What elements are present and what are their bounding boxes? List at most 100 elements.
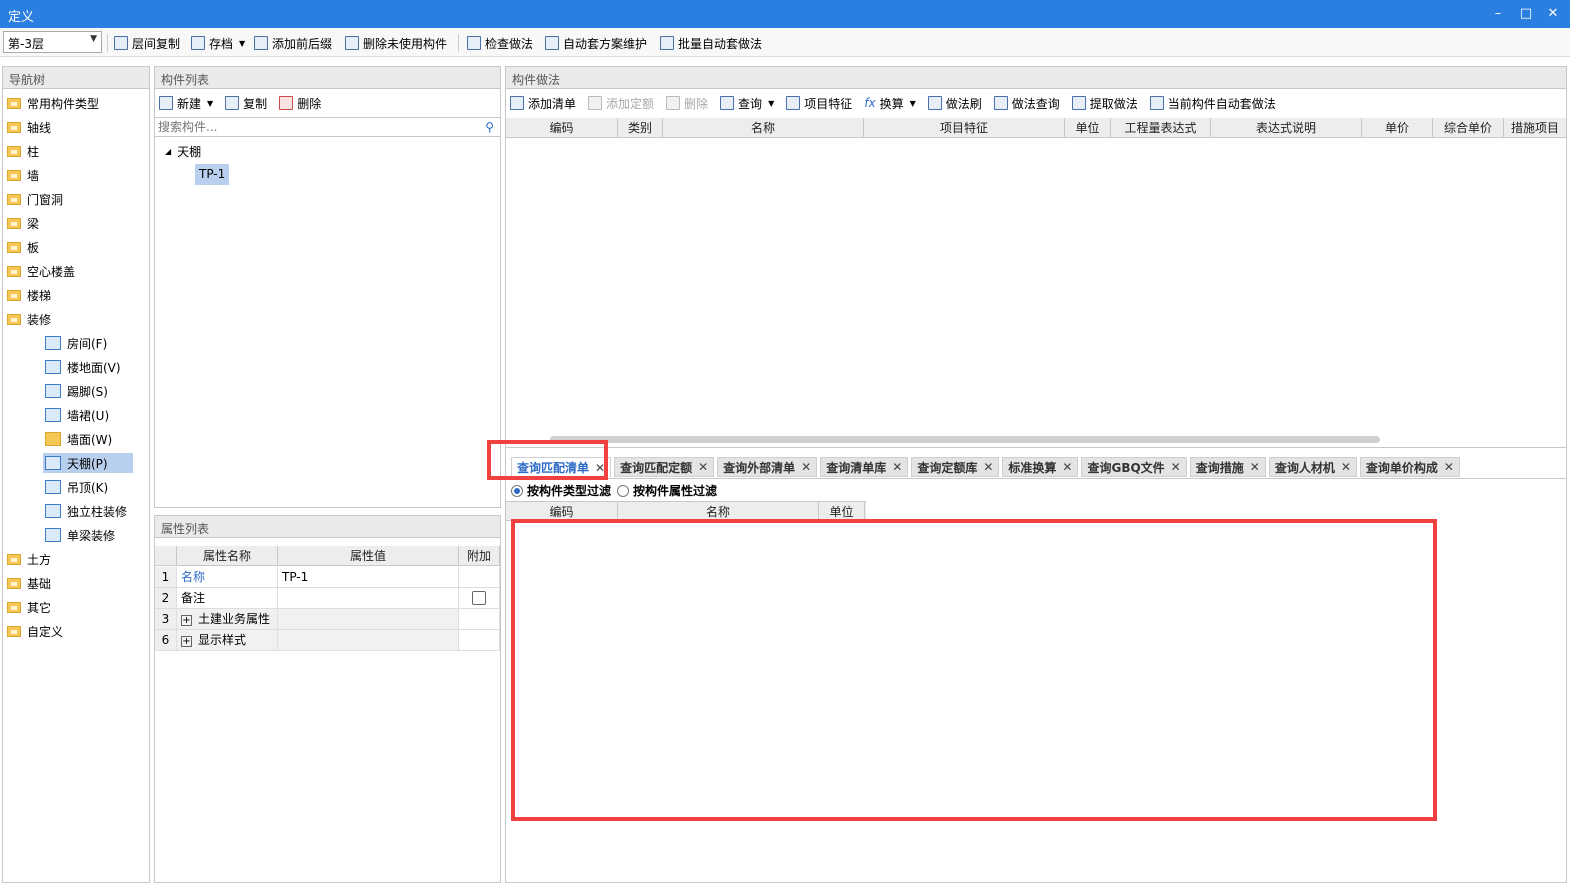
nav-sub-wall-face[interactable]: 墙面(W) [45, 429, 112, 449]
check-method-button[interactable]: 检查做法 [467, 34, 533, 52]
close-icon[interactable]: ✕ [1250, 460, 1260, 474]
maximize-icon[interactable]: □ [1516, 4, 1536, 24]
radio-off-icon[interactable] [617, 484, 629, 497]
query-grid-header: 编码 名称 单位 [506, 501, 866, 521]
nav-item-axis[interactable]: 轴线 [7, 117, 51, 137]
nav-sub-dado[interactable]: 墙裙(U) [45, 405, 109, 425]
nav-item-hollow-floor[interactable]: 空心楼盖 [7, 261, 75, 281]
delete-method-button[interactable]: 删除 [666, 95, 708, 112]
batch-auto-method-button[interactable]: 批量自动套做法 [660, 34, 762, 52]
tab-standard-convert[interactable]: 标准换算 ✕ [1002, 457, 1079, 477]
tab-external-bill[interactable]: 查询外部清单 ✕ [717, 457, 818, 477]
query-button[interactable]: 查询 ▼ [720, 95, 774, 112]
title-bar: 定义 – □ ✕ [0, 0, 1570, 28]
nav-item-other[interactable]: 其它 [7, 597, 51, 617]
method-query-button[interactable]: 做法查询 [993, 95, 1060, 112]
fx-icon: fx [864, 96, 876, 110]
nav-item-wall[interactable]: 墙 [7, 165, 39, 185]
add-quota-button[interactable]: 添加定额 [588, 95, 654, 112]
expand-icon[interactable]: + [181, 636, 192, 647]
search-box[interactable]: ⚲ [155, 117, 500, 137]
auto-apply-button[interactable]: 当前构件自动套做法 [1149, 95, 1276, 112]
add-bill-button[interactable]: 添加清单 [510, 95, 576, 112]
nav-item-decoration[interactable]: 装修 [7, 309, 51, 329]
extract-method-button[interactable]: 提取做法 [1071, 95, 1138, 112]
auto-scheme-button[interactable]: 自动套方案维护 [545, 34, 647, 52]
floor-select[interactable]: 第-3层 ▼ [3, 31, 102, 53]
filter-by-attribute[interactable]: 按构件属性过滤 [617, 482, 717, 499]
copy-between-floors-button[interactable]: 层间复制 [114, 34, 180, 52]
filter-by-type[interactable]: 按构件类型过滤 [511, 482, 611, 499]
nav-sub-ceiling[interactable]: 天棚(P) [43, 453, 133, 473]
nav-item-beam[interactable]: 梁 [7, 213, 39, 233]
close-icon[interactable]: ✕ [1171, 460, 1181, 474]
property-name: 显示样式 [198, 633, 247, 647]
nav-item-column[interactable]: 柱 [7, 141, 39, 161]
tree-root-ceiling[interactable]: ◢ 天棚 [165, 143, 201, 160]
nav-item-door-window[interactable]: 门窗洞 [7, 189, 63, 209]
close-window-icon[interactable]: ✕ [1543, 4, 1563, 24]
method-brush-button[interactable]: 做法刷 [927, 95, 982, 112]
folder-icon [7, 265, 21, 277]
save-archive-button[interactable]: 存档 ▼ [191, 34, 245, 52]
close-icon[interactable]: ✕ [892, 460, 902, 474]
nav-item-earthwork[interactable]: 土方 [7, 549, 51, 569]
property-row[interactable]: 6 + 显示样式 [155, 630, 500, 651]
delete-button[interactable]: 删除 [279, 95, 321, 112]
nav-sub-suspended-ceiling[interactable]: 吊顶(K) [45, 477, 108, 497]
close-icon[interactable]: ✕ [1444, 460, 1454, 474]
property-value[interactable] [278, 588, 459, 608]
minimize-icon[interactable]: – [1488, 4, 1508, 24]
tab-quota-library[interactable]: 查询定额库 ✕ [911, 457, 1000, 477]
tab-labor-material[interactable]: 查询人材机 ✕ [1268, 457, 1357, 477]
tab-measures[interactable]: 查询措施 ✕ [1189, 457, 1266, 477]
delete-icon [279, 96, 294, 110]
tab-unit-price[interactable]: 查询单价构成 ✕ [1359, 457, 1460, 477]
nav-sub-skirting[interactable]: 踢脚(S) [45, 381, 108, 401]
convert-button[interactable]: fx 换算 ▼ [864, 95, 916, 112]
add-quota-icon [588, 96, 603, 110]
nav-item-label: 墙 [27, 168, 40, 183]
close-icon[interactable]: ✕ [1062, 460, 1072, 474]
nav-item-foundation[interactable]: 基础 [7, 573, 51, 593]
close-icon[interactable]: ✕ [698, 460, 708, 474]
project-feature-button[interactable]: 项目特征 [786, 95, 852, 112]
nav-item-stairs[interactable]: 楼梯 [7, 285, 51, 305]
collapse-icon[interactable]: ◢ [165, 147, 171, 156]
nav-item-common[interactable]: 常用构件类型 [7, 93, 99, 113]
delete-unused-button[interactable]: 删除未使用构件 [345, 34, 447, 52]
copy-button[interactable]: 复制 [225, 95, 267, 112]
property-row[interactable]: 3 + 土建业务属性 [155, 609, 500, 630]
search-icon[interactable]: ⚲ [485, 120, 494, 134]
close-icon[interactable]: ✕ [983, 460, 993, 474]
close-icon[interactable]: ✕ [1341, 460, 1351, 474]
close-icon[interactable]: ✕ [801, 460, 811, 474]
tab-label: 查询人材机 [1274, 460, 1335, 475]
tab-bill-library[interactable]: 查询清单库 ✕ [820, 457, 909, 477]
nav-sub-column-decoration[interactable]: 独立柱装修 [45, 501, 127, 521]
nav-sub-room[interactable]: 房间(F) [45, 333, 107, 353]
nav-sub-floor[interactable]: 楼地面(V) [45, 357, 121, 377]
col-expression-desc: 表达式说明 [1211, 118, 1362, 137]
extract-icon [1071, 96, 1086, 110]
tab-match-quota[interactable]: 查询匹配定额 ✕ [614, 457, 715, 477]
tab-gbq-file[interactable]: 查询GBQ文件 ✕ [1081, 457, 1187, 477]
new-button[interactable]: 新建 ▼ [159, 95, 213, 112]
method-brush-label: 做法刷 [945, 96, 982, 111]
add-prefix-suffix-button[interactable]: 添加前后缀 [254, 34, 332, 52]
nav-item-label: 基础 [27, 576, 52, 591]
search-input[interactable] [155, 118, 455, 136]
property-row[interactable]: 1 名称 TP-1 [155, 567, 500, 588]
expand-icon[interactable]: + [181, 615, 192, 626]
col-total-price: 综合单价 [1433, 118, 1504, 137]
property-row[interactable]: 2 备注 [155, 588, 500, 609]
property-value[interactable]: TP-1 [278, 567, 459, 587]
radio-on-icon[interactable] [511, 484, 523, 497]
horizontal-scrollbar[interactable] [550, 436, 1380, 443]
tree-item-tp1[interactable]: TP-1 [195, 164, 230, 185]
checkbox[interactable] [472, 591, 486, 605]
nav-sub-beam-decoration[interactable]: 单梁装修 [45, 525, 115, 545]
add-prefix-suffix-label: 添加前后缀 [272, 36, 333, 51]
nav-item-custom[interactable]: 自定义 [7, 621, 63, 641]
nav-item-slab[interactable]: 板 [7, 237, 39, 257]
